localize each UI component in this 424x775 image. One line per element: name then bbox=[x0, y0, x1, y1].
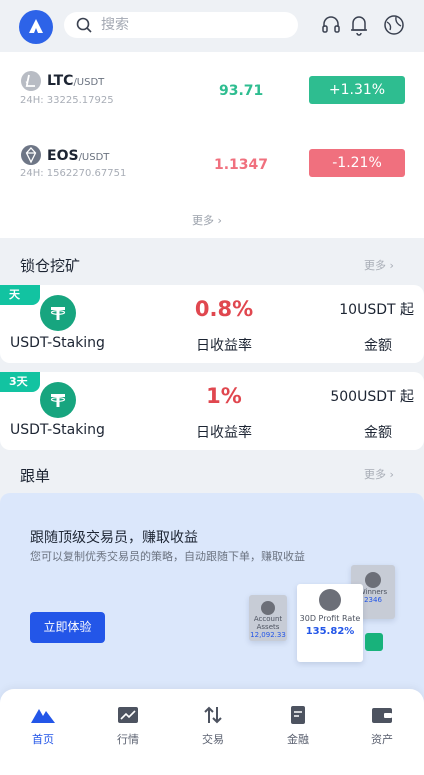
search-bar[interactable]: 搜索 bbox=[64, 12, 298, 38]
tether-icon bbox=[40, 382, 76, 418]
volume-24h: 24H: 1562270.67751 bbox=[20, 168, 127, 179]
nav-item-finance[interactable]: 金融 bbox=[268, 705, 328, 747]
wallet-icon bbox=[372, 708, 392, 723]
market-list: LTC/USDT 24H: 33225.17925 93.71 +1.31% E… bbox=[0, 52, 424, 238]
nav-label: 交易 bbox=[202, 733, 224, 746]
globe-icon[interactable] bbox=[383, 14, 405, 36]
finance-doc-icon bbox=[291, 706, 305, 724]
bottom-nav: 首页 行情 交易 金融 资产 bbox=[0, 689, 424, 775]
daily-rate-label: 日收益率 bbox=[196, 338, 252, 354]
change-badge[interactable]: -1.21% bbox=[309, 149, 405, 177]
amount-label: 金额 bbox=[364, 338, 392, 354]
nav-label: 资产 bbox=[371, 733, 393, 746]
lock-mining-more-link[interactable]: 更多 › bbox=[364, 257, 394, 273]
trader-avatar bbox=[261, 601, 275, 615]
amount-label: 金额 bbox=[364, 425, 392, 441]
trader-card-left: Account Assets 12,092.33 bbox=[249, 595, 287, 641]
nav-item-assets[interactable]: 资产 bbox=[352, 705, 412, 747]
top-header: 搜索 bbox=[0, 0, 424, 52]
app-logo-avatar[interactable] bbox=[19, 10, 53, 44]
nav-label: 行情 bbox=[117, 733, 139, 746]
copy-trading-more-link[interactable]: 更多 › bbox=[364, 466, 394, 482]
bell-icon[interactable] bbox=[349, 14, 369, 36]
tether-icon bbox=[40, 295, 76, 331]
banner-title: 跟随顶级交易员，赚取收益 bbox=[30, 530, 198, 546]
chevron-right-icon: › bbox=[389, 259, 394, 272]
last-price: 93.71 bbox=[219, 83, 264, 99]
trader-card-main: 30D Profit Rate 135.82% bbox=[297, 584, 363, 662]
profit-rate-label: 30D Profit Rate bbox=[299, 614, 361, 623]
daily-rate: 0.8% bbox=[194, 297, 254, 321]
section-title-copy-trading: 跟单 bbox=[20, 467, 51, 485]
logo-icon bbox=[29, 19, 43, 33]
eos-icon bbox=[21, 145, 41, 165]
more-label: 更多 bbox=[192, 214, 214, 227]
market-row-ltc[interactable]: LTC/USDT 24H: 33225.17925 93.71 +1.31% bbox=[0, 52, 424, 122]
try-now-button[interactable]: 立即体验 bbox=[30, 612, 105, 643]
trader-avatar bbox=[319, 589, 341, 611]
nav-item-home[interactable]: 首页 bbox=[13, 705, 73, 747]
last-price: 1.1347 bbox=[214, 157, 269, 173]
section-title-lock-mining: 锁仓挖矿 bbox=[20, 257, 81, 275]
banner-description: 您可以复制优秀交易员的策略，自动跟随下单，赚取收益 bbox=[30, 550, 305, 563]
nav-item-trade[interactable]: 交易 bbox=[183, 705, 243, 747]
market-row-eos[interactable]: EOS/USDT 24H: 1562270.67751 1.1347 -1.21… bbox=[0, 122, 424, 192]
pair-label: LTC/USDT bbox=[47, 73, 105, 89]
trader-avatar bbox=[365, 572, 381, 588]
pair-label: EOS/USDT bbox=[47, 148, 110, 164]
volume-24h: 24H: 33225.17925 bbox=[20, 95, 114, 106]
home-mountain-icon bbox=[31, 709, 55, 723]
nav-item-market[interactable]: 行情 bbox=[98, 705, 158, 747]
duration-tag: 天 bbox=[0, 285, 40, 305]
chevron-right-icon: › bbox=[217, 214, 222, 227]
search-icon bbox=[76, 17, 92, 33]
litecoin-icon bbox=[21, 71, 41, 91]
profit-rate-value: 135.82% bbox=[305, 626, 355, 637]
min-amount: 500USDT 起 bbox=[330, 389, 414, 405]
daily-rate: 1% bbox=[206, 384, 242, 408]
search-placeholder: 搜索 bbox=[101, 17, 129, 33]
trader-card-label: Account Assets bbox=[253, 615, 283, 631]
nav-label: 首页 bbox=[32, 733, 54, 746]
min-amount: 10USDT 起 bbox=[339, 302, 414, 318]
chevron-right-icon: › bbox=[389, 468, 394, 481]
staking-card[interactable]: 3天 USDT-Staking 1% 日收益率 500USDT 起 金额 bbox=[0, 372, 424, 450]
support-headset-icon[interactable] bbox=[320, 14, 342, 36]
more-label: 更多 bbox=[364, 468, 386, 481]
nav-label: 金融 bbox=[287, 733, 309, 746]
staking-card[interactable]: 天 USDT-Staking 0.8% 日收益率 10USDT 起 金额 bbox=[0, 285, 424, 363]
market-more-link[interactable]: 更多 › bbox=[192, 212, 222, 228]
change-badge[interactable]: +1.31% bbox=[309, 76, 405, 104]
trade-arrows-icon bbox=[204, 706, 222, 724]
product-name: USDT-Staking bbox=[10, 335, 105, 351]
daily-rate-label: 日收益率 bbox=[196, 425, 252, 441]
duration-tag: 3天 bbox=[0, 372, 40, 392]
trader-card-value: 12,092.33 bbox=[250, 631, 286, 639]
more-label: 更多 bbox=[364, 259, 386, 272]
chart-icon bbox=[118, 707, 138, 723]
product-name: USDT-Staking bbox=[10, 422, 105, 438]
green-badge-icon bbox=[365, 633, 383, 651]
